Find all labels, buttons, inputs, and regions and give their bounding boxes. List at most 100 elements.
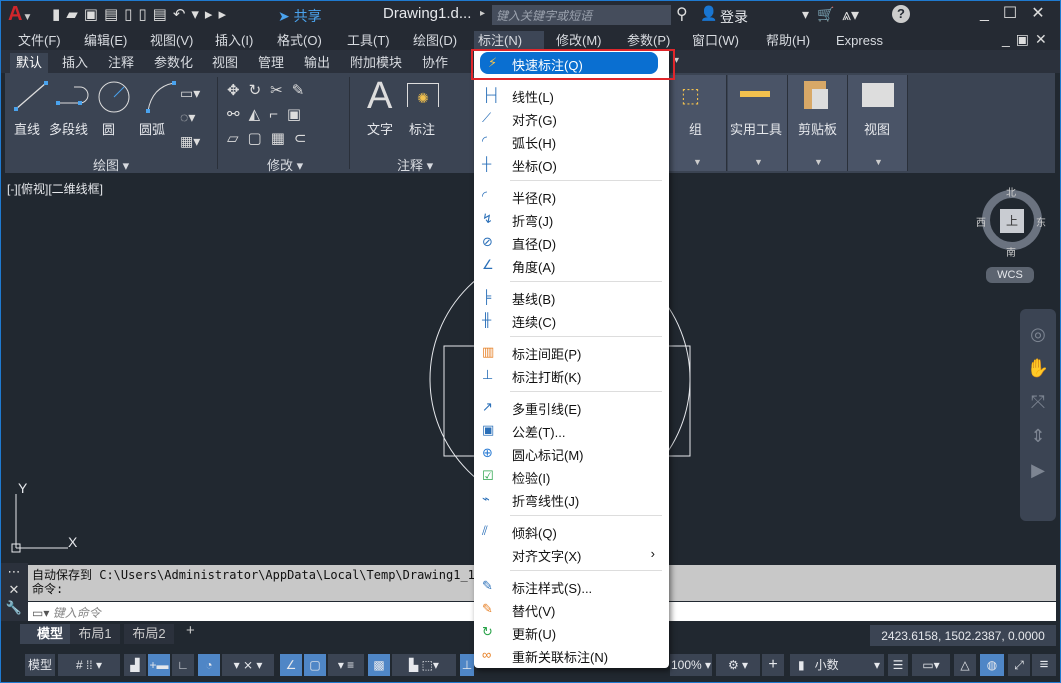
menu-item-override[interactable]: ✎ 替代(V) (474, 598, 669, 620)
menu-item-ordinate[interactable]: ┼ 坐标(O) (474, 153, 669, 175)
text-button[interactable]: 文字 (367, 119, 393, 138)
menu-item-dim-space[interactable]: ▥ 标注间距(P) (474, 341, 669, 363)
annotation-scale[interactable]: 100% ▾ (670, 654, 712, 676)
units-select[interactable]: ▮ 小数 ▾ (790, 654, 884, 676)
quick-access-toolbar[interactable]: ▮▰▣▤▯▯▤↶▾▸▸ (52, 5, 232, 23)
tab-annotate[interactable]: 注释 (102, 53, 140, 73)
menu-dimension[interactable]: 标注(N) (474, 31, 544, 50)
viewcube-top[interactable]: 上 (1000, 209, 1024, 233)
menu-item-oblique[interactable]: ⫽ 倾斜(Q) (474, 520, 669, 542)
draw-panel-label[interactable]: 绘图 ▾ (93, 155, 129, 174)
grid-snap-buttons[interactable]: # ⁞⁞ ▾ (58, 654, 120, 676)
menu-item-radius[interactable]: ◜ 半径(R) (474, 185, 669, 207)
command-prompt-icon[interactable]: ▭▾ (32, 606, 49, 620)
tab-parametric[interactable]: 参数化 (148, 53, 199, 73)
tab-insert[interactable]: 插入 (56, 53, 94, 73)
menu-item-dim-style[interactable]: ✎ 标注样式(S)... (474, 575, 669, 597)
menu-item-tolerance[interactable]: ▣ 公差(T)... (474, 419, 669, 441)
modify-panel-label[interactable]: 修改 ▾ (267, 155, 303, 174)
menu-item-aligned[interactable]: ⟋ 对齐(G) (474, 107, 669, 129)
tab-collaborate[interactable]: 协作 (416, 53, 454, 73)
model-space-button[interactable]: 模型 (25, 654, 55, 676)
selection-cycling-button[interactable]: ▙ ⬚▾ (392, 654, 456, 676)
add-layout-icon[interactable]: + (186, 622, 195, 639)
isodraft-button[interactable]: ▾ ⨯ ▾ (222, 654, 274, 676)
properties-button[interactable]: ☰ (888, 654, 908, 676)
group-panel[interactable]: ⬚ 组 ▼ (669, 75, 727, 171)
line-button[interactable]: 直线 (14, 119, 40, 138)
search-icon[interactable]: ⚲ (676, 4, 688, 24)
menu-format[interactable]: 格式(O) (273, 31, 326, 50)
polyline-button[interactable]: 多段线 (49, 119, 88, 138)
menu-draw[interactable]: 绘图(D) (409, 31, 461, 50)
snap-mode-button[interactable]: +▬ (148, 654, 170, 676)
app-logo-icon[interactable]: A▼ (8, 3, 32, 26)
tab-manage[interactable]: 管理 (252, 53, 290, 73)
menu-item-jogged-linear[interactable]: ⌁ 折弯线性(J) (474, 488, 669, 510)
annotation-panel-label[interactable]: 注释 ▾ (397, 155, 433, 174)
compass-east[interactable]: 东 (1036, 214, 1046, 229)
menu-parametric[interactable]: 参数(P) (623, 31, 674, 50)
menu-edit[interactable]: 编辑(E) (80, 31, 131, 50)
menu-express[interactable]: Express (832, 31, 887, 50)
share-button[interactable]: ➤ 共享 (278, 6, 322, 26)
command-window-handles[interactable]: ⋯ ✕ 🔧 (0, 563, 28, 621)
menu-item-diameter[interactable]: ⊘ 直径(D) (474, 231, 669, 253)
utilities-panel[interactable]: 实用工具 ▼ (728, 75, 788, 171)
infer-button[interactable]: ▟ (124, 654, 146, 676)
crosshair-button[interactable]: + (762, 654, 784, 676)
menu-item-inspection[interactable]: ☑ 检验(I) (474, 465, 669, 487)
autodesk-a360-icon[interactable]: ⩓▾ (842, 5, 859, 25)
menu-tools[interactable]: 工具(T) (343, 31, 394, 50)
help-icon[interactable]: ? (892, 5, 910, 23)
circle-button[interactable]: 圆 (102, 119, 115, 138)
object-snap-button[interactable]: ▢ (304, 654, 326, 676)
window-controls[interactable]: _☐✕ (980, 3, 1059, 23)
clipboard-panel[interactable]: 剪贴板 ▼ (788, 75, 848, 171)
hardware-acceleration-button[interactable]: ◍ (980, 654, 1004, 676)
compass-west[interactable]: 西 (976, 214, 986, 229)
compass-south[interactable]: 南 (1006, 244, 1016, 259)
compass-north[interactable]: 北 (1006, 184, 1016, 199)
tab-layout1[interactable]: 布局1 (70, 624, 120, 644)
menu-file[interactable]: 文件(F) (14, 31, 65, 50)
expand-arrow-icon[interactable]: ▸ (480, 8, 485, 19)
customize-menu-button[interactable]: ≡ (1032, 654, 1056, 676)
dimension-button[interactable]: 标注 (409, 119, 435, 138)
menu-item-align-text[interactable]: 对齐文字(X) › (474, 543, 669, 565)
menu-item-baseline[interactable]: ╞ 基线(B) (474, 286, 669, 308)
modify-tools[interactable]: ✥↻✂✎ ⚯◭⌐▣ ▱▢▦⊂ (227, 79, 315, 151)
search-input[interactable]: 键入关键字或短语 (492, 5, 671, 25)
menu-item-dim-break[interactable]: ⊥ 标注打断(K) (474, 364, 669, 386)
transparency-button[interactable]: ▩ (368, 654, 390, 676)
view-panel[interactable]: 视图 ▼ (848, 75, 908, 171)
menu-item-jogged[interactable]: ↯ 折弯(J) (474, 208, 669, 230)
menu-insert[interactable]: 插入(I) (211, 31, 257, 50)
draw-small-tools[interactable]: ▭▾ ◌▾ ▦▾ (180, 81, 200, 153)
user-icon[interactable]: 👤 (700, 5, 717, 22)
fullscreen-button[interactable]: ⤢ (1008, 654, 1030, 676)
menu-help[interactable]: 帮助(H) (762, 31, 814, 50)
lineweight-button[interactable]: ▾ ≡ (328, 654, 364, 676)
login-button[interactable]: 登录 (720, 7, 748, 27)
wcs-button[interactable]: WCS (986, 267, 1034, 283)
arc-button[interactable]: 圆弧 (139, 119, 165, 138)
object-snap-tracking-button[interactable]: ∠ (280, 654, 302, 676)
menu-item-reassociate[interactable]: ∞ 重新关联标注(N) (474, 644, 669, 666)
tab-layout2[interactable]: 布局2 (124, 624, 174, 644)
navigation-bar[interactable]: ◎ ✋ ⤧ ⇕ ▶ (1020, 309, 1056, 521)
tab-output[interactable]: 输出 (298, 53, 336, 73)
menu-modify[interactable]: 修改(M) (552, 31, 606, 50)
menu-view[interactable]: 视图(V) (146, 31, 197, 50)
menu-item-arc-length[interactable]: ◜ 弧长(H) (474, 130, 669, 152)
isolate-objects-button[interactable]: △ (954, 654, 976, 676)
workspace-gear-icon[interactable]: ⚙ ▾ (716, 654, 760, 676)
menu-item-continue[interactable]: ╫ 连续(C) (474, 309, 669, 331)
tab-view[interactable]: 视图 (206, 53, 244, 73)
polar-button[interactable]: ◔ (198, 654, 220, 676)
menu-item-angular[interactable]: ∠ 角度(A) (474, 254, 669, 276)
menu-item-linear[interactable]: ├┤ 线性(L) (474, 84, 669, 106)
tab-addins[interactable]: 附加模块 (344, 53, 408, 73)
menu-item-multileader[interactable]: ↗ 多重引线(E) (474, 396, 669, 418)
ucs-dynamic-button[interactable]: ⊥ (460, 654, 474, 676)
